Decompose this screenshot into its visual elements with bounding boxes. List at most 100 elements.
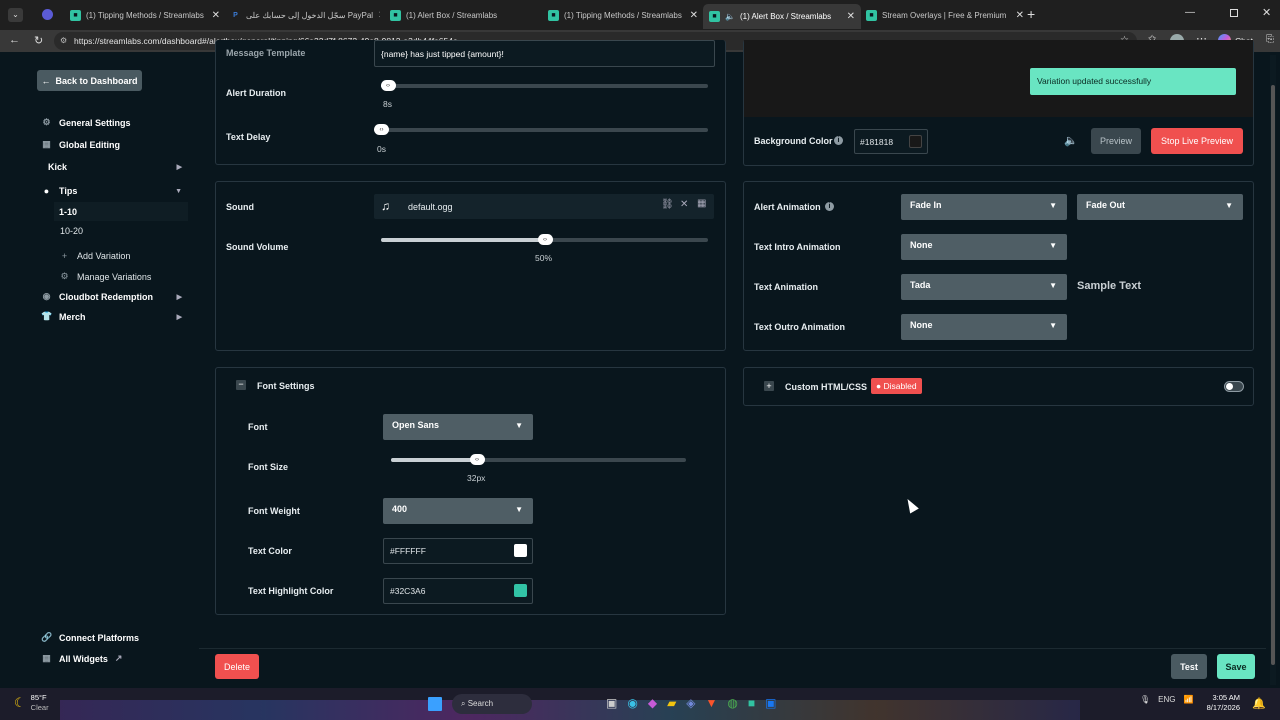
- copilot-app-icon[interactable]: ◆: [648, 696, 657, 710]
- tab-stream-overlays[interactable]: ■ Stream Overlays | Free & Premium ✕: [866, 5, 1024, 25]
- taskbar-search[interactable]: ⌕ Search: [452, 694, 532, 714]
- sidebar-toggle-icon[interactable]: ⎘: [1266, 34, 1274, 45]
- alert-animation-out-select[interactable]: Fade Out ▼: [1077, 194, 1243, 220]
- sidebar-item-merch[interactable]: 👕 Merch ▶: [41, 311, 182, 322]
- new-tab-icon[interactable]: +: [1027, 6, 1035, 22]
- notifications-icon[interactable]: 🔔: [1252, 697, 1266, 710]
- font-weight-select[interactable]: 400 ▼: [383, 498, 533, 524]
- message-template-input[interactable]: {name} has just tipped {amount}!: [374, 40, 715, 67]
- save-button[interactable]: Save: [1217, 654, 1255, 679]
- alert-duration-slider[interactable]: ‹›: [380, 80, 708, 91]
- link-icon[interactable]: ⛓: [661, 199, 674, 210]
- back-icon[interactable]: ←: [9, 34, 20, 46]
- background-color-swatch[interactable]: [909, 135, 922, 148]
- stop-label: Stop Live Preview: [1160, 136, 1234, 146]
- discord-icon[interactable]: ◈: [686, 696, 695, 710]
- test-button[interactable]: Test: [1171, 654, 1207, 679]
- tab-tipping-methods-1[interactable]: ■ (1) Tipping Methods / Streamlabs ✕: [70, 5, 220, 25]
- alert-duration-value: 8s: [383, 99, 392, 109]
- text-highlight-input[interactable]: #32C3A6: [383, 578, 533, 604]
- sound-volume-value: 50%: [535, 253, 553, 263]
- font-select[interactable]: Open Sans ▼: [383, 414, 533, 440]
- system-tray[interactable]: 🎙 ENG 📶: [1140, 695, 1193, 704]
- test-label: Test: [1180, 661, 1198, 672]
- tab-title: (1) Tipping Methods / Streamlabs: [564, 10, 682, 20]
- streamlabs-app-icon[interactable]: ■: [748, 696, 755, 710]
- alert-animation-in-select[interactable]: Fade In ▼: [901, 194, 1067, 220]
- external-link-icon: ↗: [114, 653, 123, 663]
- preview-button[interactable]: Preview: [1091, 128, 1141, 154]
- text-outro-animation-select[interactable]: None ▼: [901, 314, 1067, 340]
- edge-icon[interactable]: ◉: [627, 696, 637, 710]
- close-tab-icon[interactable]: ✕: [1016, 10, 1024, 21]
- expand-icon[interactable]: +: [764, 381, 774, 391]
- text-delay-slider[interactable]: ‹›: [374, 124, 708, 135]
- close-tab-icon[interactable]: ✕: [378, 10, 380, 21]
- sidebar-item-tips[interactable]: ● Tips ▼: [41, 186, 182, 196]
- restore-icon[interactable]: [1230, 9, 1238, 17]
- sidebar-item-variation-10-20[interactable]: 10-20: [60, 226, 180, 236]
- sidebar-manage-variations[interactable]: ⚙ Manage Variations: [59, 271, 179, 282]
- tab-title: (1) Alert Box / Streamlabs: [406, 10, 498, 20]
- text-color-swatch[interactable]: [514, 544, 527, 557]
- minimize-icon[interactable]: —: [1185, 7, 1195, 18]
- clear-icon[interactable]: ✕: [680, 199, 688, 210]
- badge-text: Disabled: [883, 381, 917, 391]
- sound-library-icon[interactable]: ▦: [697, 198, 706, 209]
- close-tab-icon[interactable]: ✕: [690, 10, 698, 21]
- text-intro-animation-select[interactable]: None ▼: [901, 234, 1067, 260]
- file-explorer-icon[interactable]: ▰: [667, 696, 676, 710]
- windows-start-icon[interactable]: [428, 697, 442, 711]
- custom-html-toggle[interactable]: [1224, 381, 1244, 392]
- volume-icon[interactable]: 🔈: [1064, 134, 1078, 147]
- tab-alert-box-active[interactable]: ■ 🔈 (1) Alert Box / Streamlabs ✕: [703, 4, 861, 29]
- stop-live-preview-button[interactable]: Stop Live Preview: [1151, 128, 1243, 154]
- sidebar-connect-platforms[interactable]: 🔗 Connect Platforms: [41, 632, 182, 643]
- tab-tipping-methods-2[interactable]: ■ (1) Tipping Methods / Streamlabs ✕: [548, 5, 698, 25]
- speaker-icon[interactable]: 🔈: [725, 12, 735, 21]
- reload-icon[interactable]: ↻: [34, 34, 43, 47]
- tab-actions-icon[interactable]: ⌄: [8, 8, 23, 22]
- sidebar-all-widgets[interactable]: ▦ All Widgets ↗: [41, 653, 182, 664]
- close-tab-icon[interactable]: ✕: [847, 11, 855, 22]
- slider-handle[interactable]: ‹›: [380, 80, 396, 91]
- scrollbar-thumb[interactable]: [1271, 85, 1275, 665]
- sound-volume-slider[interactable]: ‹›: [381, 234, 708, 245]
- slider-handle[interactable]: ‹›: [537, 234, 553, 245]
- info-icon[interactable]: i: [834, 136, 843, 145]
- sidebar-add-variation[interactable]: + Add Variation: [59, 251, 179, 261]
- font-size-slider[interactable]: ‹›: [391, 454, 686, 465]
- tab-alert-box-1[interactable]: ■ (1) Alert Box / Streamlabs: [390, 5, 540, 25]
- sound-file-picker[interactable]: ♫ default.ogg ⛓ ✕ ▦: [374, 194, 714, 219]
- sidebar-item-global-editing[interactable]: ▦ Global Editing: [41, 139, 186, 150]
- taskbar-app-icons[interactable]: ▣ ◉ ◆ ▰ ◈ ▼ ◍ ■ ▣: [606, 696, 777, 710]
- delete-button[interactable]: Delete: [215, 654, 259, 679]
- task-view-icon[interactable]: ▣: [606, 696, 617, 710]
- background-color-input[interactable]: #181818: [854, 129, 928, 154]
- slider-handle[interactable]: ‹›: [374, 124, 389, 135]
- close-window-icon[interactable]: ✕: [1262, 6, 1271, 19]
- facebook-icon[interactable]: ▣: [765, 696, 776, 710]
- slider-handle[interactable]: ‹›: [469, 454, 485, 465]
- brave-icon[interactable]: ▼: [706, 696, 718, 710]
- back-to-dashboard-button[interactable]: ← Back to Dashboard: [37, 70, 142, 91]
- weather-widget[interactable]: ☾ 85°F Clear: [14, 693, 49, 713]
- chrome-icon[interactable]: ◍: [727, 696, 737, 710]
- clock[interactable]: 3:05 AM 8/17/2026: [1200, 693, 1240, 713]
- tab-paypal[interactable]: P سجّل الدخول إلى حسابك على PayPal ✕: [230, 5, 380, 25]
- toast-text: Variation updated successfully: [1037, 76, 1152, 86]
- collapse-icon[interactable]: −: [236, 380, 246, 390]
- site-info-icon[interactable]: ⚙: [60, 32, 67, 50]
- sidebar-item-variation-1-10[interactable]: 1-10: [54, 202, 188, 221]
- info-icon[interactable]: i: [825, 202, 834, 211]
- sidebar-item-kick[interactable]: Kick ▶: [48, 162, 182, 172]
- sidebar-item-cloudbot-redemption[interactable]: ◉ Cloudbot Redemption ▶: [41, 291, 182, 302]
- sidebar-item-general-settings[interactable]: ⚙ General Settings: [41, 117, 186, 128]
- text-highlight-swatch[interactable]: [514, 584, 527, 597]
- close-tab-icon[interactable]: ✕: [212, 10, 220, 21]
- text-color-input[interactable]: #FFFFFF: [383, 538, 533, 564]
- animation-panel: Alert Animation i Fade In ▼ Fade Out ▼ T…: [743, 181, 1254, 351]
- workspace-icon[interactable]: [42, 9, 53, 20]
- text-animation-select[interactable]: Tada ▼: [901, 274, 1067, 300]
- page-scrollbar[interactable]: [1270, 55, 1276, 685]
